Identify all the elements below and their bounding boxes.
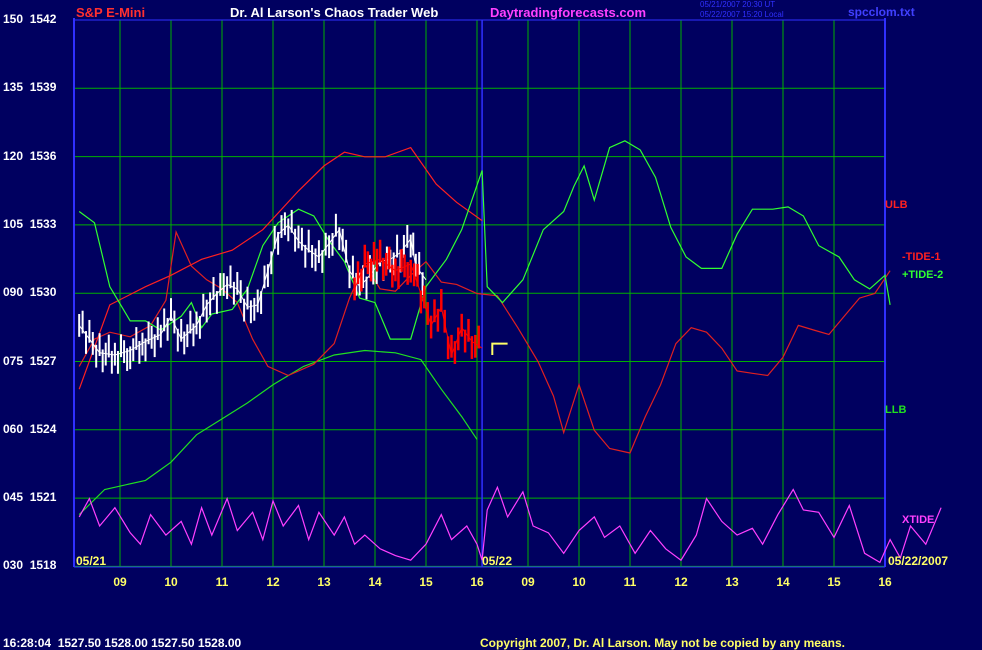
x-tick-label: 10 bbox=[164, 575, 178, 589]
timestamp-local: 05/22/2007 15:20 Local bbox=[700, 10, 784, 19]
filename-label: spcclom.txt bbox=[848, 5, 915, 19]
y-tick-label: 045 1521 bbox=[3, 490, 57, 505]
y-tick-label: 090 1530 bbox=[3, 285, 57, 300]
price-bars bbox=[78, 209, 508, 374]
x-tick-label: 15 bbox=[419, 575, 433, 589]
x-tick-label: 10 bbox=[572, 575, 586, 589]
x-tick-label: 13 bbox=[317, 575, 331, 589]
x-tick-label: 16 bbox=[878, 575, 892, 589]
x-tick-label: 12 bbox=[674, 575, 688, 589]
y-tick-label: 030 1518 bbox=[3, 558, 57, 573]
timestamp-ut: 05/21/2007 20:30 UT bbox=[700, 0, 776, 9]
x-tick-labels: 09 10 11 12 13 14 15 16 09 10 11 12 13 14 15 16 bbox=[113, 575, 892, 589]
y-tick-label: 075 1527 bbox=[3, 353, 57, 368]
tide2-line bbox=[78, 140, 891, 340]
date-end-label: 05/22/2007 bbox=[888, 554, 949, 568]
date-mid-label: 05/22 bbox=[482, 554, 513, 568]
ulb-label: ULB bbox=[885, 199, 908, 211]
date-start-label: 05/21 bbox=[76, 554, 107, 568]
series-lines bbox=[78, 140, 942, 564]
last-price-marker bbox=[491, 342, 508, 356]
y-tick-label: 060 1524 bbox=[3, 421, 57, 436]
y-tick-label: 150 1542 bbox=[3, 12, 57, 26]
y-tick-label: 120 1536 bbox=[3, 148, 57, 163]
x-tick-label: 09 bbox=[521, 575, 535, 589]
tide1-line bbox=[78, 229, 891, 454]
y-tick-label: 105 1533 bbox=[3, 216, 57, 231]
tide1-label: -TIDE-1 bbox=[902, 251, 941, 263]
xtide-label: XTIDE bbox=[902, 514, 935, 526]
x-tick-label: 11 bbox=[216, 575, 229, 589]
x-tick-label: 12 bbox=[266, 575, 280, 589]
x-tick-label: 11 bbox=[624, 575, 637, 589]
y-tick-label: 135 1539 bbox=[3, 80, 57, 95]
llb-line bbox=[78, 349, 478, 516]
tide2-label: +TIDE-2 bbox=[902, 269, 944, 281]
chaos-chart: 09 10 11 12 13 14 15 16 09 10 11 12 13 14 15 16 bbox=[73, 18, 942, 589]
x-tick-label: 14 bbox=[368, 575, 382, 589]
x-tick-label: 15 bbox=[827, 575, 841, 589]
x-tick-label: 13 bbox=[725, 575, 739, 589]
llb-label: LLB bbox=[885, 404, 907, 416]
chart-title: Dr. Al Larson's Chaos Trader Web bbox=[230, 5, 439, 20]
axes bbox=[73, 18, 886, 568]
x-tick-label: 16 bbox=[470, 575, 484, 589]
instrument-label: S&P E-Mini bbox=[76, 5, 146, 20]
copyright-notice: Copyright 2007, Dr. Al Larson. May not b… bbox=[480, 636, 845, 650]
x-tick-label: 14 bbox=[776, 575, 790, 589]
website-label: Daytradingforecasts.com bbox=[490, 5, 647, 20]
x-tick-label: 09 bbox=[113, 575, 127, 589]
quote-readout: 16:28:04 1527.50 1528.00 1527.50 1528.00 bbox=[3, 636, 242, 650]
